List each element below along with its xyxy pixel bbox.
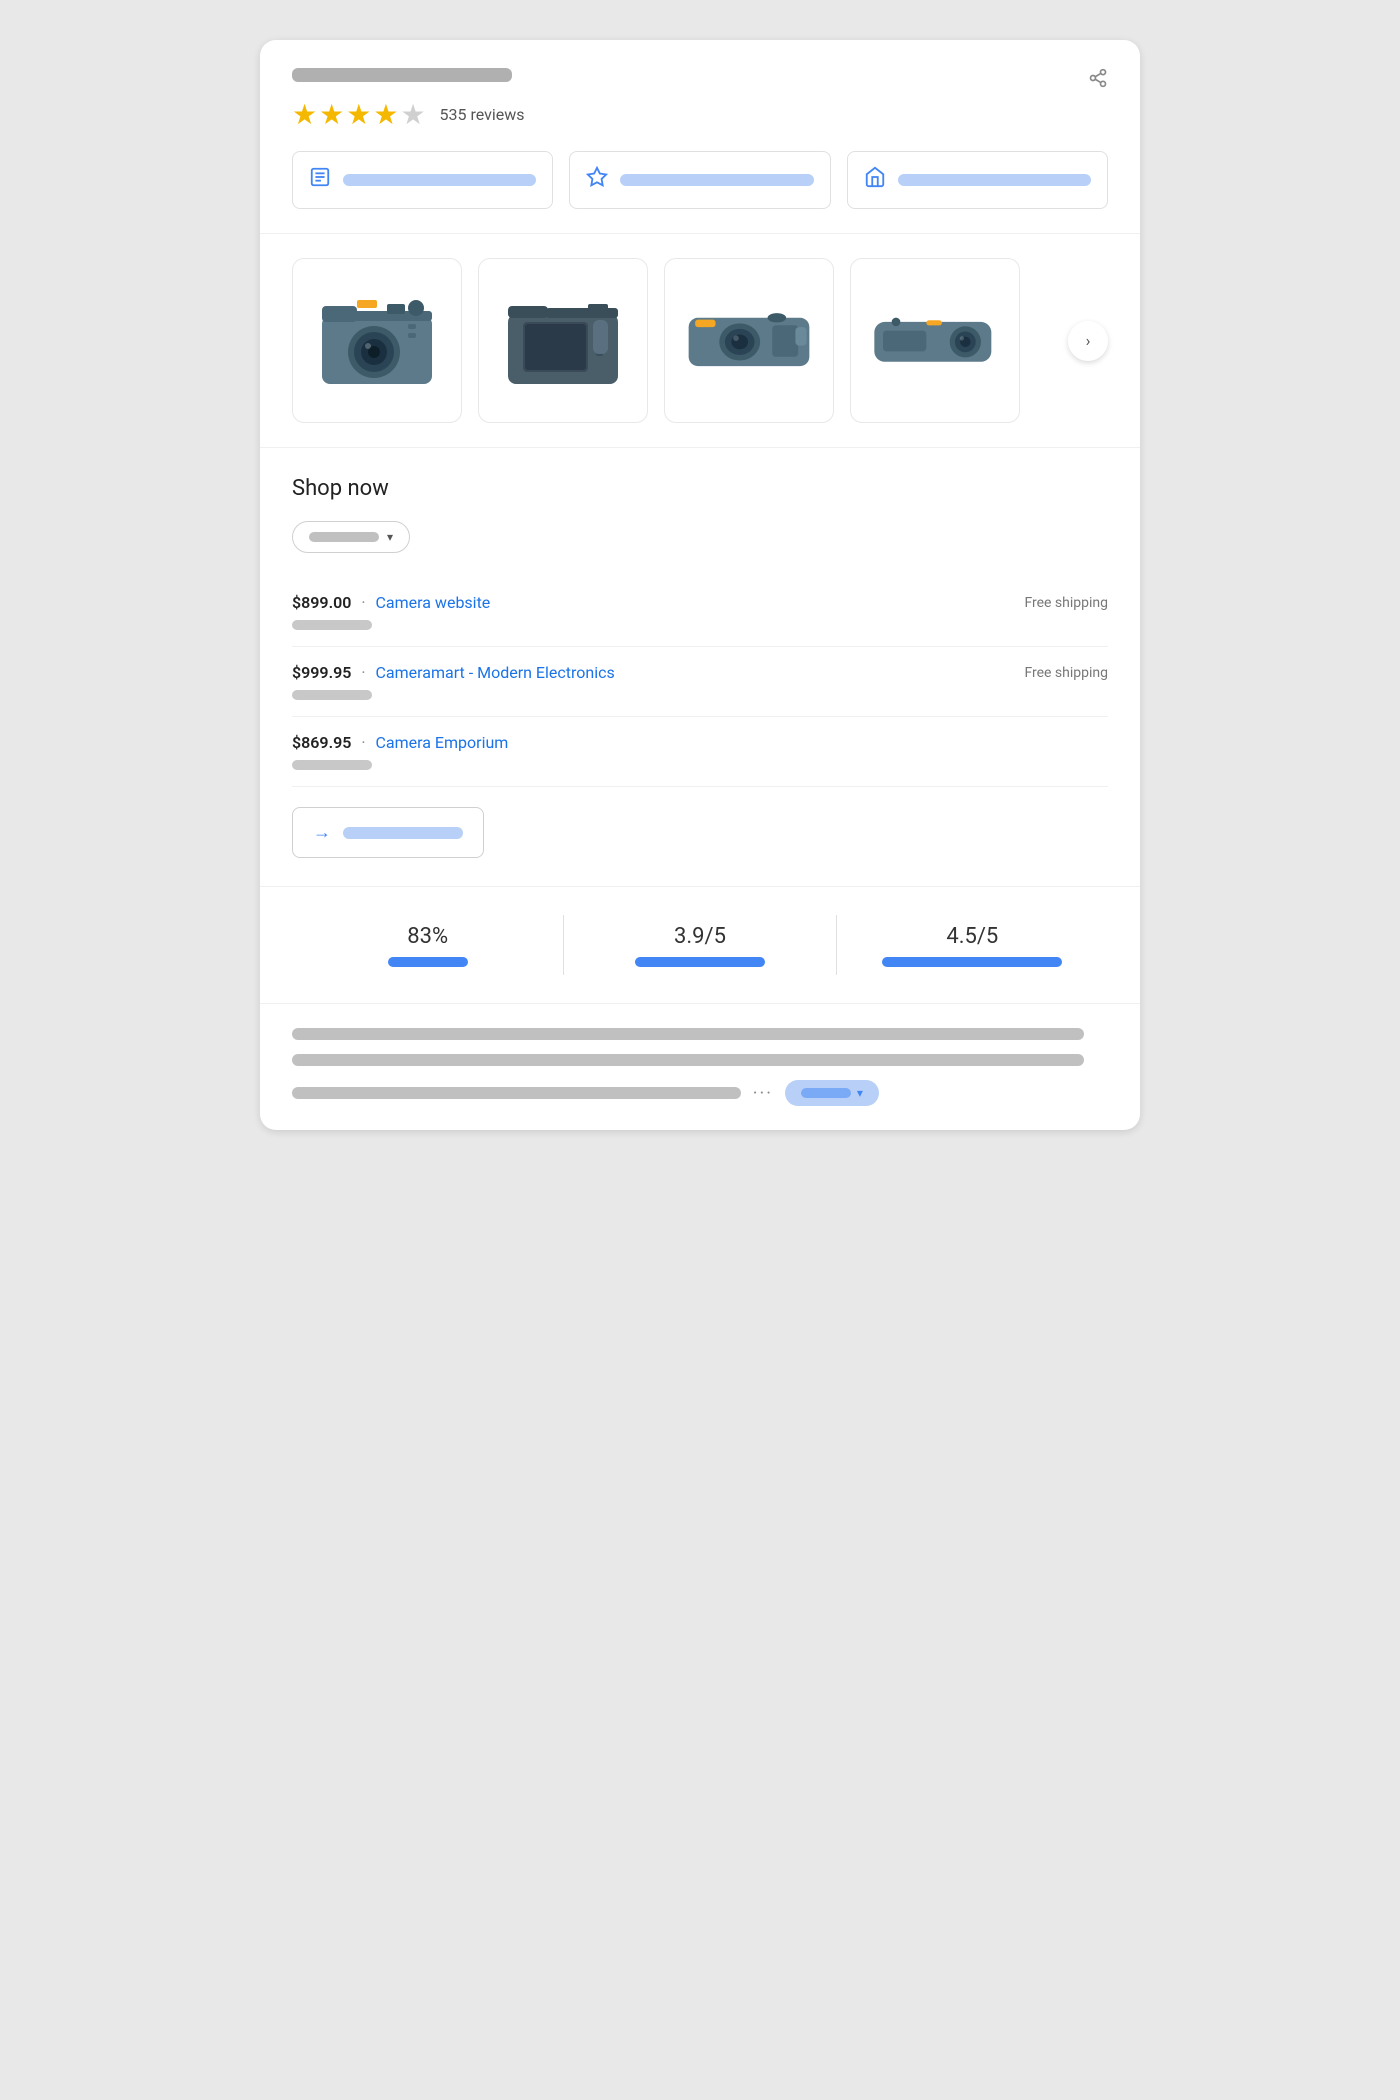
shop-item-2-price: $999.95 xyxy=(292,663,351,682)
camera-svg-2 xyxy=(498,286,628,396)
shop-item-2-price-row: $999.95 · Cameramart - Modern Electronic… xyxy=(292,663,615,682)
shop-item-1-sub xyxy=(292,620,372,630)
expand-button[interactable]: ▾ xyxy=(785,1080,879,1106)
star-3: ★ xyxy=(346,98,371,131)
camera-svg-4 xyxy=(870,286,1000,396)
shop-item-3: $869.95 · Camera Emporium xyxy=(292,717,1108,787)
shop-item-3-details: $869.95 · Camera Emporium xyxy=(292,733,508,770)
save-icon xyxy=(586,166,608,194)
rating-section: ★ ★ ★ ★ ★ 535 reviews xyxy=(260,40,1140,234)
shop-item-2-sub xyxy=(292,690,372,700)
star-1: ★ xyxy=(292,98,317,131)
shop-item-2-details: $999.95 · Cameramart - Modern Electronic… xyxy=(292,663,615,700)
camera-svg-3 xyxy=(684,286,814,396)
shop-item-1-seller[interactable]: Camera website xyxy=(376,593,491,612)
images-section: › xyxy=(260,234,1140,448)
product-title-bar xyxy=(292,68,512,82)
ellipsis-icon: ··· xyxy=(753,1083,773,1104)
star-5-empty: ★ xyxy=(400,98,425,131)
action-button-store[interactable] xyxy=(847,151,1108,209)
text-section: ··· ▾ xyxy=(260,1004,1140,1130)
shop-item-1-details: $899.00 · Camera website xyxy=(292,593,490,630)
text-line-3 xyxy=(292,1087,741,1099)
camera-image-1[interactable] xyxy=(292,258,462,423)
more-button-label xyxy=(343,827,463,839)
shop-item-1: $899.00 · Camera website Free shipping xyxy=(292,577,1108,647)
stat-item-2: 3.9/5 xyxy=(564,924,835,967)
expand-label xyxy=(801,1088,851,1098)
stat-3-bar xyxy=(882,957,1062,967)
shop-item-3-dot: · xyxy=(361,733,365,752)
filter-chevron-icon: ▾ xyxy=(387,530,393,544)
shop-item-2-shipping: Free shipping xyxy=(1024,665,1108,681)
product-card: ★ ★ ★ ★ ★ 535 reviews xyxy=(260,40,1140,1130)
shop-item-3-seller[interactable]: Camera Emporium xyxy=(376,733,509,752)
specs-label xyxy=(343,174,536,186)
shop-item-3-price: $869.95 xyxy=(292,733,351,752)
more-arrow-icon: → xyxy=(313,822,331,843)
stat-2-value: 3.9/5 xyxy=(580,924,819,949)
more-button-wrapper: → xyxy=(292,787,1108,858)
text-line-1 xyxy=(292,1028,1084,1040)
stat-1-bar xyxy=(388,957,468,967)
image-grid xyxy=(292,258,1052,423)
shop-item-1-dot: · xyxy=(361,593,365,612)
expand-chevron-icon: ▾ xyxy=(857,1086,863,1100)
shop-item-3-sub xyxy=(292,760,372,770)
camera-image-2[interactable] xyxy=(478,258,648,423)
shop-title: Shop now xyxy=(292,476,1108,501)
stat-1-value: 83% xyxy=(308,924,547,949)
rating-row: ★ ★ ★ ★ ★ 535 reviews xyxy=(292,98,1108,131)
camera-svg-1 xyxy=(312,286,442,396)
shop-item-3-price-row: $869.95 · Camera Emporium xyxy=(292,733,508,752)
next-arrow-button[interactable]: › xyxy=(1068,321,1108,361)
specs-icon xyxy=(309,166,331,194)
shop-item-1-shipping: Free shipping xyxy=(1024,595,1108,611)
save-label xyxy=(620,174,813,186)
camera-image-3[interactable] xyxy=(664,258,834,423)
stat-item-1: 83% xyxy=(292,924,563,967)
shop-item-1-price-row: $899.00 · Camera website xyxy=(292,593,490,612)
star-4: ★ xyxy=(373,98,398,131)
store-label xyxy=(898,174,1091,186)
stat-3-value: 4.5/5 xyxy=(853,924,1092,949)
shop-item-2: $999.95 · Cameramart - Modern Electronic… xyxy=(292,647,1108,717)
shop-section: Shop now ▾ $899.00 · Camera website Free… xyxy=(260,448,1140,887)
shop-item-1-price: $899.00 xyxy=(292,593,351,612)
filter-button[interactable]: ▾ xyxy=(292,521,410,553)
stat-item-3: 4.5/5 xyxy=(837,924,1108,967)
shop-item-2-dot: · xyxy=(361,663,365,682)
star-rating: ★ ★ ★ ★ ★ xyxy=(292,98,426,131)
stat-2-bar xyxy=(635,957,765,967)
stats-section: 83% 3.9/5 4.5/5 xyxy=(260,887,1140,1004)
store-icon xyxy=(864,166,886,194)
shop-item-2-seller[interactable]: Cameramart - Modern Electronics xyxy=(376,663,615,682)
more-button[interactable]: → xyxy=(292,807,484,858)
share-icon[interactable] xyxy=(1088,68,1108,93)
text-bottom-row: ··· ▾ xyxy=(292,1080,1108,1106)
action-button-specs[interactable] xyxy=(292,151,553,209)
filter-label-bar xyxy=(309,532,379,542)
action-button-save[interactable] xyxy=(569,151,830,209)
camera-image-4[interactable] xyxy=(850,258,1020,423)
star-2: ★ xyxy=(319,98,344,131)
review-count: 535 reviews xyxy=(440,105,525,124)
text-line-2 xyxy=(292,1054,1084,1066)
action-buttons-row xyxy=(292,151,1108,209)
